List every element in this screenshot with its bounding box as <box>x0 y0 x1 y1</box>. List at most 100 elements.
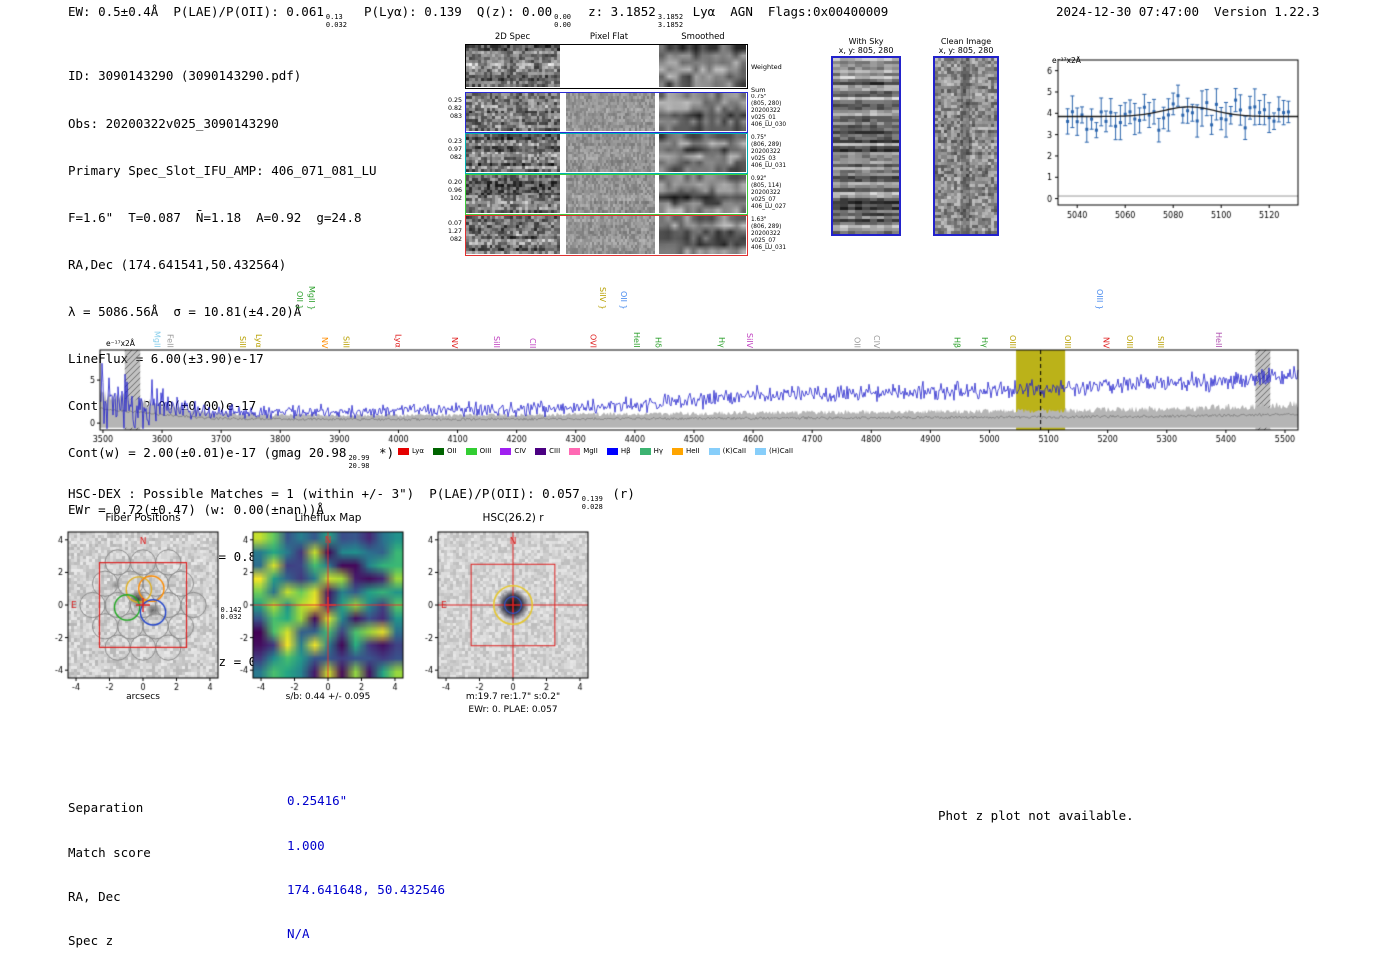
spec2d-row-annotations: 0.75" (805, 280) 20200322 v025_01 406_LU_030 <box>751 94 786 129</box>
spec2d-fiber-row <box>465 92 748 133</box>
spec2d-weight-value: 0.25 <box>447 97 462 104</box>
emission-line-label: HeII <box>1213 332 1223 348</box>
emission-line-label: OIII <box>1008 334 1018 348</box>
hsc-plae-stack: 0.139 0.028 <box>581 495 603 512</box>
spec2d-annotation-line: 0.75" <box>751 94 767 100</box>
legend-item: Hβ <box>606 447 631 455</box>
summary-ew: EW: 0.5±0.4Å P(LAE)/P(OII): 0.061 <box>68 4 324 19</box>
legend-label: Hγ <box>653 447 663 455</box>
spec2d-annotation-line: v025_07 <box>751 196 776 203</box>
hsc-plae-lo: 0.028 <box>581 502 603 511</box>
match-value-radec: 174.641648, 50.432546 <box>287 881 446 897</box>
spec2d-weight-value: 082 <box>449 235 462 243</box>
fiber-pixel-flat-image <box>566 93 655 131</box>
weighted-smoothed-image <box>659 45 746 87</box>
spec2d-annotation-line: v025_07 <box>751 237 776 244</box>
spec2d-weight-value: 0.20 <box>447 179 462 186</box>
match-label-specz: Spec z <box>68 932 114 948</box>
lineflux-map-title: Lineflux Map <box>294 512 362 524</box>
spec2d-annotation-line: 406_LU_031 <box>751 244 787 251</box>
spec2d-annotation-line: (805, 280) <box>751 100 782 107</box>
match-label-score: Match score <box>68 844 151 860</box>
hsc-dex-text: HSC-DEX : Possible Matches = 1 (within +… <box>68 486 580 501</box>
plae-lo: 0.032 <box>325 20 347 29</box>
emission-line-label: Lyα <box>253 334 263 348</box>
lineflux-map-canvas <box>221 526 417 704</box>
spec2d-weight-value: 0.96 <box>447 186 462 194</box>
spec2d-annotation-line: (805, 114) <box>751 182 782 189</box>
legend-swatch <box>708 447 720 455</box>
spec2d-annotation-line: v025_01 <box>751 114 776 121</box>
spec2d-annotation-line: (806, 289) <box>751 223 782 230</box>
spec2d-annotation-line: 0.92" <box>751 176 767 182</box>
withsky-title: With Sky <box>848 37 884 46</box>
spec2d-row-annotations: 1.63" (806, 289) 20200322 v025_07 406_LU_031 <box>751 217 786 252</box>
spec2d-row-weights: 0.23 0.97 082 <box>438 138 462 161</box>
emission-line-label: NV <box>450 336 460 348</box>
emission-line-label: OVI <box>588 334 598 348</box>
fiber-2d-spec-image <box>466 175 560 213</box>
spec2d-fiber-row <box>465 174 748 215</box>
spec2d-fiber-row <box>465 133 748 174</box>
line-fit-plot-canvas <box>1020 50 1310 225</box>
spec2d-col-title-2: Pixel Flat <box>589 32 629 42</box>
emission-line-label: OIII <box>1063 334 1073 348</box>
qz-lo: 0.00 <box>554 20 572 29</box>
elixer-report-page: EW: 0.5±0.4Å P(LAE)/P(OII): 0.061 0.13 0.0… <box>0 0 1400 953</box>
legend-label: CIV <box>514 447 527 455</box>
spec2d-weight-value: 102 <box>449 194 462 202</box>
emission-line-label: OII } <box>619 291 629 310</box>
gmag-stack: 20.99 20.98 <box>348 454 369 471</box>
inset-ylabel: e⁻¹⁷x2Å <box>1052 56 1081 65</box>
emission-line-label: CII <box>528 337 538 348</box>
legend-label: CIII <box>549 447 561 455</box>
legend-swatch <box>398 447 409 455</box>
fiber-2d-spec-image <box>466 134 560 172</box>
emission-line-label: MgII } <box>307 285 317 310</box>
emission-line-label: OII } <box>294 291 304 310</box>
legend-item: HeII <box>671 447 700 455</box>
legend-label: (K)CaII <box>722 447 747 455</box>
legend-label: OII <box>447 447 457 455</box>
spec2d-row-annotations: 0.75" (806, 289) 20200322 v025_03 406_LU_031 <box>751 135 786 170</box>
legend-swatch <box>433 447 445 455</box>
hsc-cutout-title: HSC(26.2) r <box>482 512 544 524</box>
spec2d-annotation-line: 20200322 <box>751 189 781 196</box>
emission-line-label: Hγ <box>716 337 726 348</box>
summary-plya-qz: P(Lyα): 0.139 Q(z): 0.00 <box>348 4 553 19</box>
z-stack: 3.1852 3.1852 <box>658 13 683 30</box>
spectrum-legend: Lyα OII OIII CIV CIII MgII Hβ Hγ HeII (K)CaII (H)C… <box>398 447 793 455</box>
legend-label: (H)CaII <box>769 447 794 455</box>
emission-line-label: Hγ <box>979 337 989 348</box>
fiber-positions-canvas <box>36 526 232 704</box>
legend-item: OII <box>433 447 457 455</box>
spec2d-weight-value: 0.07 <box>447 220 462 227</box>
photz-note: Phot z plot not available. <box>938 808 1134 823</box>
spec2d-weight-value: 1.27 <box>447 227 462 235</box>
legend-swatch <box>465 447 477 455</box>
emission-line-label: SiIV } <box>597 287 607 310</box>
legend-swatch <box>500 447 512 455</box>
spec2d-annotation-line: 406_LU_030 <box>751 121 787 128</box>
spec2d-weight-value: 0.23 <box>447 138 462 145</box>
match-value-specz: N/A <box>287 925 310 941</box>
spec2d-annotation-line: 0.75" <box>751 135 767 141</box>
spec2d-annotation-line: 20200322 <box>751 148 781 155</box>
emission-line-label: NV <box>1101 336 1111 348</box>
legend-item: (H)CaII <box>755 447 793 455</box>
fiber-smoothed-image <box>659 216 746 254</box>
hsc-dex-suffix: (r) <box>604 486 635 501</box>
legend-item: OIII <box>465 447 491 455</box>
spec2d-weight-value: 083 <box>449 112 462 120</box>
emission-line-label: OIII <box>1125 334 1135 348</box>
legend-label: Lyα <box>412 447 425 455</box>
weighted-label-line1: Weighted <box>751 63 782 72</box>
spec2d-weight-value: 0.82 <box>447 104 462 112</box>
fiber-pixel-flat-image <box>566 175 655 213</box>
spec2d-annotation-line: v025_03 <box>751 155 776 162</box>
match-value-separation: 0.25416" <box>287 793 348 809</box>
emission-line-label: CIV <box>872 334 882 348</box>
clean-subtitle: x, y: 805, 280 <box>938 46 994 55</box>
legend-swatch <box>755 447 767 455</box>
legend-item: Hγ <box>639 447 663 455</box>
